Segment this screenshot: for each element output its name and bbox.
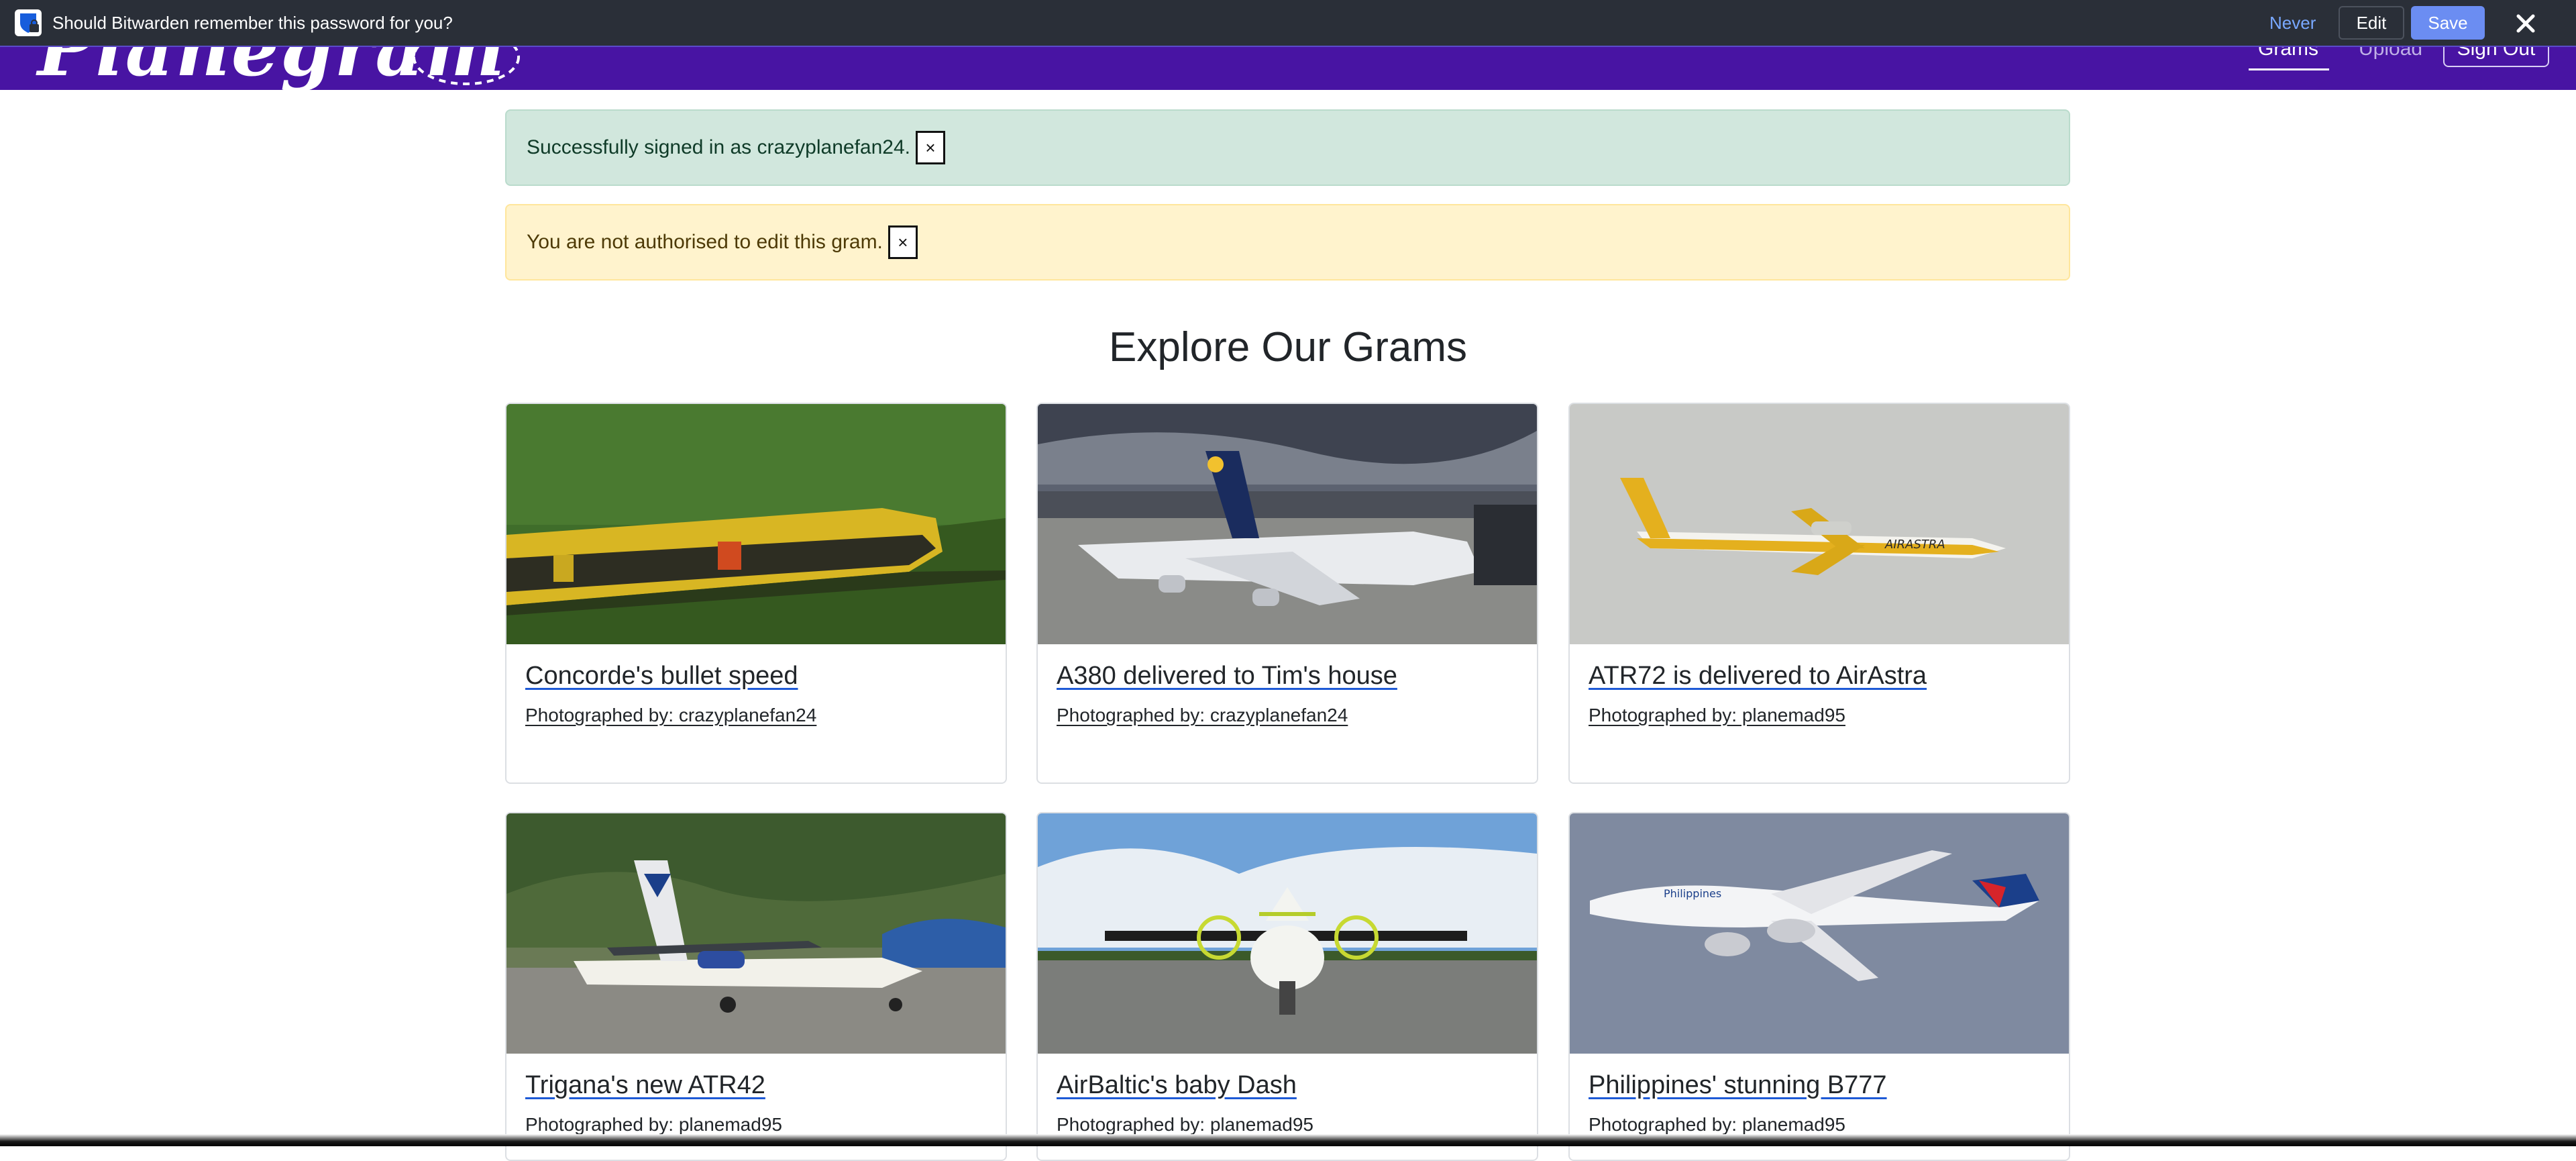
success-alert-close-button[interactable]: × (916, 131, 945, 164)
gram-title-link[interactable]: Trigana's new ATR42 (525, 1071, 765, 1100)
gram-photographer-link[interactable]: Photographed by: planemad95 (1589, 705, 1845, 726)
svg-text:AIRASTRA: AIRASTRA (1884, 538, 1945, 552)
gram-title-link[interactable]: Concorde's bullet speed (525, 662, 798, 691)
gram-title-link[interactable]: Philippines' stunning B777 (1589, 1071, 1887, 1100)
gram-photographer-link[interactable]: Photographed by: planemad95 (1589, 1114, 1845, 1135)
bitwarden-shield-icon (15, 9, 42, 36)
success-alert: Successfully signed in as crazyplanefan2… (505, 109, 2070, 186)
gram-card: Philippines Philippines' stunning B777 P… (1568, 812, 2070, 1161)
gram-photographer-link[interactable]: Photographed by: crazyplanefan24 (1057, 705, 1348, 726)
gram-image-atr72[interactable]: AIRASTRA (1570, 404, 2069, 644)
nav-link-upload[interactable]: Upload (2359, 47, 2422, 60)
never-button[interactable]: Never (2269, 0, 2316, 46)
warning-alert: You are not authorised to edit this gram… (505, 204, 2070, 281)
gram-card: AIRASTRA ATR72 is delivered to AirAstra … (1568, 403, 2070, 784)
gram-photographer-link[interactable]: Photographed by: crazyplanefan24 (525, 705, 816, 726)
gram-image-train[interactable] (506, 404, 1006, 644)
gram-card: Trigana's new ATR42 Photographed by: pla… (505, 812, 1007, 1161)
success-alert-message: Successfully signed in as crazyplanefan2… (527, 136, 910, 158)
gram-card: A380 delivered to Tim's house Photograph… (1036, 403, 1538, 784)
active-nav-indicator (2249, 68, 2329, 70)
page-title: Explore Our Grams (1108, 324, 1468, 370)
gram-photographer-link[interactable]: Photographed by: planemad95 (525, 1114, 782, 1135)
gram-image-b777[interactable]: Philippines (1570, 813, 2069, 1054)
gram-photographer-link[interactable]: Photographed by: planemad95 (1057, 1114, 1313, 1135)
edit-button[interactable]: Edit (2339, 6, 2404, 40)
sign-out-button[interactable]: Sign Out (2443, 47, 2549, 67)
close-icon[interactable] (2509, 7, 2542, 40)
gram-title-link[interactable]: ATR72 is delivered to AirAstra (1589, 662, 1927, 691)
nav-link-grams[interactable]: Grams (2258, 47, 2318, 60)
gram-image-dash[interactable] (1038, 813, 1537, 1054)
bitwarden-notification-bar: Should Bitwarden remember this password … (0, 0, 2576, 47)
gram-title-link[interactable]: A380 delivered to Tim's house (1057, 662, 1397, 691)
gram-image-atr42[interactable] (506, 813, 1006, 1054)
bitwarden-prompt-text: Should Bitwarden remember this password … (52, 13, 453, 33)
window-bottom-edge (0, 1134, 2576, 1146)
svg-text:Philippines: Philippines (1664, 887, 1721, 900)
save-button[interactable]: Save (2411, 6, 2485, 40)
gram-title-link[interactable]: AirBaltic's baby Dash (1057, 1071, 1297, 1100)
brand-swoosh-icon (413, 47, 520, 85)
site-navbar: Planegram Grams Upload Sign Out (0, 47, 2576, 90)
gram-image-a380[interactable] (1038, 404, 1537, 644)
warning-alert-close-button[interactable]: × (888, 225, 918, 259)
warning-alert-message: You are not authorised to edit this gram… (527, 231, 883, 253)
gram-card: AirBaltic's baby Dash Photographed by: p… (1036, 812, 1538, 1161)
gram-card: Concorde's bullet speed Photographed by:… (505, 403, 1007, 784)
